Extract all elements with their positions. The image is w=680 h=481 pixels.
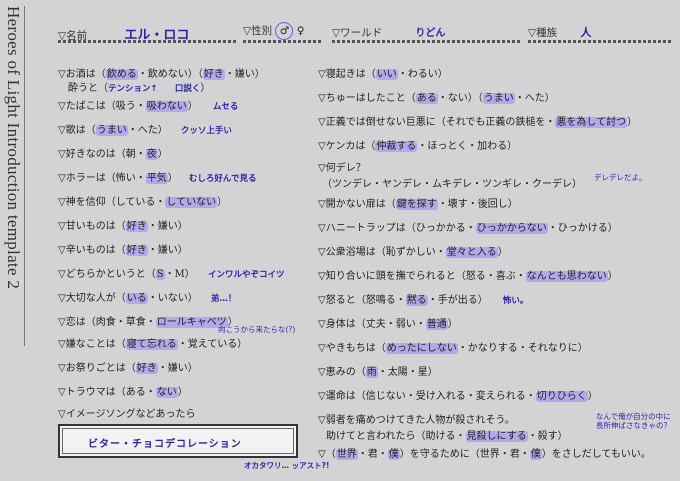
- q-jealousy: ▽やきもちは（めったにしない・かなりする・それなりに）: [318, 343, 588, 354]
- note-s-or-m: インワルやぞコイツ: [208, 270, 285, 280]
- q-favorite-time: ▽好きなのは（朝・夜）: [58, 149, 168, 160]
- q-fate: ▽運命は（信じない・受け入れる・変えられる・切りひらく）: [318, 391, 598, 402]
- q-alcohol: ▽お酒は（飲める・飲めない）（好き・嫌い）: [58, 69, 265, 80]
- q-honey-trap: ▽ハニートラップは（ひっかかる・ひっかからない・ひっかける）: [318, 223, 618, 234]
- q-weak-abuser: ▽弱者を痛めつけてきた人物が殺されそう。: [318, 415, 515, 426]
- note-song: クッソ上手い: [180, 126, 232, 136]
- q-festivals: ▽お祭りごとは（好き・嫌い）: [58, 363, 198, 374]
- q-blessing: ▽恵みの（雨・太陽・星）: [318, 367, 438, 378]
- world-value: りどん: [415, 28, 446, 39]
- q-body: ▽身体は（丈夫・弱い・普通）: [318, 319, 458, 330]
- q-image-song: ▽イメージソングなどあったら: [58, 409, 196, 420]
- q-sweets: ▽甘いものは（好き・嫌い）: [58, 221, 188, 232]
- note-important-person: 弟…！: [210, 294, 237, 304]
- q-justice: ▽正義では倒せない巨悪に（それでも正義の鉄槌を・悪を為して討つ）: [318, 117, 638, 128]
- world-underline: [332, 40, 520, 43]
- q-bad-things: ▽嫌なことは（寝て忘れる・覚えている）: [58, 339, 248, 350]
- note-love: 向こうから来たらな(?): [218, 325, 296, 334]
- q-dere-options: （ツンデレ・ヤンデレ・ムキデレ・ツンギレ・クーデレ）: [322, 179, 582, 190]
- image-song-box: ビター・チョコデコレーション: [58, 424, 298, 458]
- image-song-value: ビター・チョコデコレーション: [88, 439, 242, 450]
- q-drunk: 酔うと（テンション↑ 口説く）: [68, 83, 211, 94]
- template-title: Heroes of Light Introduction template 2: [2, 6, 25, 346]
- q-tobacco: ▽たばこは（吸う・吸わない） ムセる: [58, 101, 239, 112]
- q-s-or-m: ▽どちらかというと（S・M） インワルやぞコイツ: [58, 269, 285, 280]
- q-spicy: ▽辛いものは（好き・嫌い）: [58, 245, 188, 256]
- gender-label: ▽性別: [243, 25, 273, 37]
- q-love: ▽恋は（肉食・草食・ロールキャベツ）: [58, 317, 238, 328]
- q-dere: ▽何デレ？: [318, 163, 366, 174]
- world-field: ▽ワールド りどん: [332, 24, 445, 40]
- q-anger: ▽怒ると（怒鳴る・黙る・手が出る） 怖い。: [318, 295, 529, 306]
- q-help: 助けてと言われたら（助ける・見殺しにする・殺す）: [326, 431, 568, 442]
- race-label: ▽種族: [528, 27, 558, 39]
- q-trauma: ▽トラウマは（ある・ない）: [58, 387, 188, 398]
- race-underline: [528, 40, 672, 43]
- note-tobacco: ムセる: [212, 102, 239, 112]
- name-underline: [58, 40, 236, 43]
- note-image-song: オカタワリ… ッアスト?!: [244, 461, 330, 470]
- note-horror: むしろ好んで見る: [188, 174, 257, 184]
- gender-underline: [243, 40, 321, 43]
- q-important-person: ▽大切な人が（いる・いない） 弟…！: [58, 293, 237, 304]
- note-help: なんで俺が自分の中に 長所伸ばさなきゃの？: [596, 412, 671, 430]
- race-field: ▽種族 人: [528, 24, 591, 40]
- q-song: ▽歌は（うまい・へた） クッソ上手い: [58, 125, 232, 136]
- gender-female: ♀: [296, 25, 305, 37]
- q-locked-door: ▽開かない扉は（鍵を探す・壊す・後回し）: [318, 199, 518, 210]
- q-waking: ▽寝起きは（いい・わるい）: [318, 69, 448, 80]
- race-value: 人: [580, 26, 592, 39]
- q-horror: ▽ホラーは（怖い・平気） むしろ好んで見る: [58, 173, 257, 184]
- gender-field: ▽性別 ♂ ♀: [243, 22, 304, 40]
- note-anger: 怖い。: [502, 296, 529, 306]
- q-head-pat: ▽知り合いに頭を撫でられると（怒る・喜ぶ・なんとも思わない）: [318, 271, 618, 282]
- note-dere: デレデレだよ。: [594, 173, 647, 182]
- q-kiss: ▽ちゅーはしたこと（ある・ない）（うまい・へた）: [318, 93, 555, 104]
- gender-male-circled: ♂: [275, 22, 294, 40]
- q-fight: ▽ケンカは（仲裁する・ほっとく・加わる）: [318, 141, 518, 152]
- q-public-bath: ▽公衆浴場は（恥ずかしい・堂々と入る）: [318, 247, 508, 258]
- q-faith: ▽神を信仰（している・していない）: [58, 197, 228, 208]
- world-label: ▽ワールド: [332, 27, 383, 39]
- q-protect: ▽（世界・君・僕）を守るために（世界・君・僕）をさしだしてもいい。: [318, 449, 651, 460]
